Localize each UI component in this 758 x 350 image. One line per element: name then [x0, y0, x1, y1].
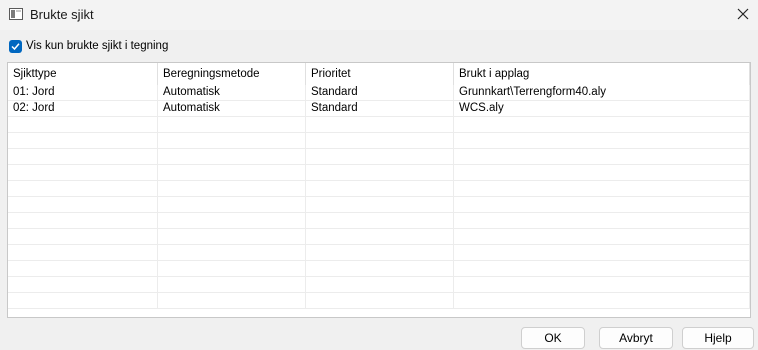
table-row[interactable]	[8, 213, 750, 229]
table-cell: 01: Jord	[8, 85, 158, 101]
table-cell	[454, 261, 750, 277]
table-row[interactable]: 01: Jord Automatisk Standard Grunnkart\Terr…	[8, 85, 750, 101]
table-cell	[306, 293, 454, 309]
table-row[interactable]	[8, 261, 750, 277]
table-cell	[306, 213, 454, 229]
table-cell: WCS.aly	[454, 101, 750, 117]
table-cell	[306, 181, 454, 197]
table-cell: Grunnkart\Terrengform40.aly	[454, 85, 750, 101]
table-row[interactable]	[8, 197, 750, 213]
table-cell	[454, 181, 750, 197]
table-cell	[158, 245, 306, 261]
table-cell	[454, 197, 750, 213]
table-cell	[306, 117, 454, 133]
table-cell	[306, 133, 454, 149]
table-cell	[454, 277, 750, 293]
table-cell	[306, 165, 454, 181]
table-cell	[8, 117, 158, 133]
table-row[interactable]	[8, 229, 750, 245]
table-cell: Standard	[306, 101, 454, 117]
column-header-prioritet[interactable]: Prioritet	[306, 63, 454, 85]
table-cell: 02: Jord	[8, 101, 158, 117]
table-cell	[306, 197, 454, 213]
table-cell	[158, 165, 306, 181]
show-used-layers-label: Vis kun brukte sjikt i tegning	[26, 40, 169, 52]
table-cell	[158, 133, 306, 149]
table-cell	[8, 277, 158, 293]
table-cell	[306, 261, 454, 277]
table-cell	[158, 117, 306, 133]
title-bar: Brukte sjikt	[0, 0, 758, 30]
table-cell	[306, 229, 454, 245]
table-cell	[454, 245, 750, 261]
show-used-layers-checkbox[interactable]	[9, 39, 22, 53]
table-header: Sjikttype Beregningsmetode Prioritet Bru…	[8, 63, 750, 85]
table-cell	[306, 149, 454, 165]
close-button[interactable]	[728, 0, 758, 30]
checkmark-icon	[11, 42, 20, 50]
window-title: Brukte sjikt	[30, 7, 94, 22]
table-cell	[158, 229, 306, 245]
table-cell	[8, 197, 158, 213]
table-cell	[8, 149, 158, 165]
table-cell	[8, 293, 158, 309]
table-cell	[158, 293, 306, 309]
table-cell	[158, 149, 306, 165]
table-cell	[158, 261, 306, 277]
table-cell	[454, 293, 750, 309]
table-cell	[306, 277, 454, 293]
table-row[interactable]	[8, 165, 750, 181]
table-row[interactable]	[8, 133, 750, 149]
table-row[interactable]	[8, 181, 750, 197]
table-row[interactable]: 02: Jord Automatisk Standard WCS.aly	[8, 101, 750, 117]
table-cell: Standard	[306, 85, 454, 101]
table-cell	[8, 165, 158, 181]
table-cell	[8, 181, 158, 197]
table-cell	[8, 229, 158, 245]
table-cell	[454, 213, 750, 229]
table-cell	[454, 149, 750, 165]
ok-button[interactable]: OK	[521, 327, 585, 349]
table-cell	[158, 181, 306, 197]
table-cell	[454, 133, 750, 149]
table-cell	[158, 197, 306, 213]
close-icon	[737, 8, 749, 20]
table-cell	[454, 229, 750, 245]
show-used-layers-option[interactable]: Vis kun brukte sjikt i tegning	[9, 38, 168, 54]
table-cell	[8, 261, 158, 277]
table-cell	[306, 245, 454, 261]
table-row[interactable]	[8, 117, 750, 133]
table-row[interactable]	[8, 277, 750, 293]
table-cell: Automatisk	[158, 85, 306, 101]
table-cell	[8, 133, 158, 149]
layers-table[interactable]: Sjikttype Beregningsmetode Prioritet Bru…	[7, 62, 751, 318]
table-row[interactable]	[8, 149, 750, 165]
table-cell: Automatisk	[158, 101, 306, 117]
table-cell	[8, 213, 158, 229]
table-cell	[8, 245, 158, 261]
column-header-brukt-i-applag[interactable]: Brukt i applag	[454, 63, 750, 85]
column-header-beregningsmetode[interactable]: Beregningsmetode	[158, 63, 306, 85]
table-cell	[158, 213, 306, 229]
table-cell	[454, 165, 750, 181]
column-header-sjikttype[interactable]: Sjikttype	[8, 63, 158, 85]
table-cell	[158, 277, 306, 293]
help-button[interactable]: Hjelp	[682, 327, 754, 349]
cancel-button[interactable]: Avbryt	[599, 327, 673, 349]
table-cell	[454, 117, 750, 133]
table-row[interactable]	[8, 245, 750, 261]
table-row[interactable]	[8, 293, 750, 309]
window-app-icon	[9, 8, 23, 20]
